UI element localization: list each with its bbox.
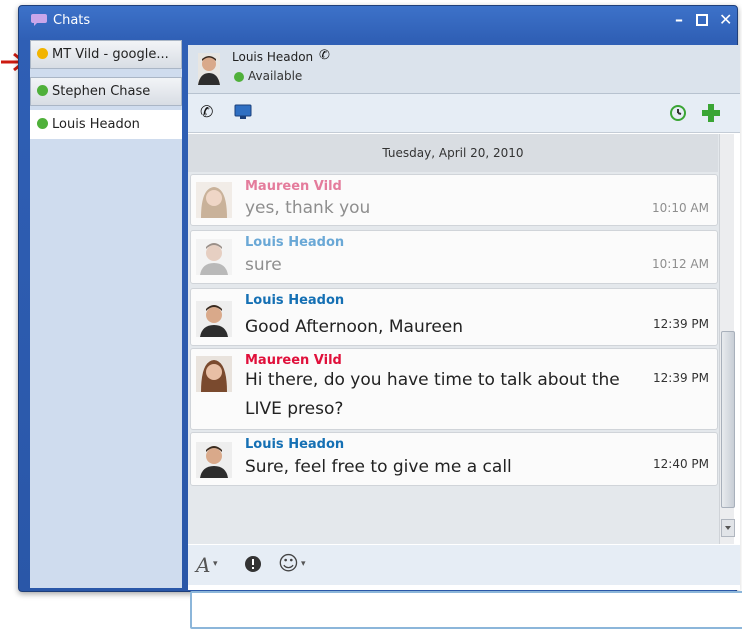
maureen-avatar xyxy=(196,356,232,392)
louis-avatar xyxy=(196,442,232,478)
message-time: 10:10 AM xyxy=(652,201,709,215)
message-sender: Louis Headon xyxy=(245,235,345,250)
history-icon[interactable] xyxy=(668,103,688,123)
message-item: Louis Headon sure 10:12 AM xyxy=(190,230,718,284)
message-scrollbar[interactable] xyxy=(719,134,735,544)
louis-avatar xyxy=(196,239,232,275)
contact-header: Louis Headon ✆ Available xyxy=(188,45,740,94)
emoticon-dropdown-icon[interactable]: ▾ xyxy=(301,559,306,569)
input-toolbar: A ▾ ☺ ▾ xyxy=(188,545,740,585)
message-item: Louis Headon Sure, feel free to give me … xyxy=(190,432,718,486)
important-icon[interactable] xyxy=(244,555,262,573)
close-button[interactable]: ✕ xyxy=(719,10,732,29)
message-item: Louis Headon Good Afternoon, Maureen 12:… xyxy=(190,288,718,346)
window-title: Chats xyxy=(53,13,91,28)
title-bar: Chats – ✕ xyxy=(19,6,737,36)
chat-bubble-icon xyxy=(31,14,47,26)
message-sender: Louis Headon xyxy=(245,293,345,308)
minimize-button[interactable]: – xyxy=(675,10,683,29)
phone-icon: ✆ xyxy=(319,48,330,63)
available-status-icon xyxy=(37,118,48,129)
call-phone-icon[interactable]: ✆ xyxy=(200,102,213,121)
contact-avatar xyxy=(198,53,220,85)
contact-status: Available xyxy=(248,69,303,83)
conversation-toolbar: ✆ xyxy=(188,94,740,133)
scroll-down-button[interactable] xyxy=(721,519,735,537)
screen-share-icon[interactable] xyxy=(234,104,252,120)
maximize-icon xyxy=(696,14,708,26)
contact-name: Louis Headon xyxy=(232,50,314,64)
message-time: 12:39 PM xyxy=(653,371,709,385)
message-item: Maureen Vild yes, thank you 10:10 AM xyxy=(190,174,718,226)
add-participant-icon[interactable] xyxy=(700,102,722,124)
louis-avatar xyxy=(196,301,232,337)
message-time: 10:12 AM xyxy=(652,257,709,271)
message-sender: Maureen Vild xyxy=(245,179,342,194)
available-status-icon xyxy=(234,72,244,82)
chat-tab-mt-vild[interactable]: MT Vild - google... xyxy=(30,40,182,69)
chat-tab-label: Louis Headon xyxy=(52,117,140,132)
scrollbar-thumb[interactable] xyxy=(721,331,735,508)
chevron-down-icon xyxy=(725,526,731,530)
message-text: Good Afternoon, Maureen xyxy=(245,317,464,337)
maximize-button[interactable] xyxy=(696,11,708,30)
chat-tab-label: Stephen Chase xyxy=(52,84,151,99)
date-separator: Tuesday, April 20, 2010 xyxy=(188,134,718,172)
conversation-pane: Louis Headon ✆ Available ✆ Tuesday, Apri… xyxy=(188,45,742,629)
message-text: Sure, feel free to give me a call xyxy=(245,457,512,477)
away-status-icon xyxy=(37,48,48,59)
message-item: Maureen Vild Hi there, do you have time … xyxy=(190,348,718,430)
emoticon-icon[interactable]: ☺ xyxy=(278,551,299,575)
message-time: 12:40 PM xyxy=(653,457,709,471)
message-time: 12:39 PM xyxy=(653,317,709,331)
message-sender: Louis Headon xyxy=(245,437,345,452)
maureen-avatar xyxy=(196,182,232,218)
message-text: Hi there, do you have time to talk about… xyxy=(245,370,620,419)
available-status-icon xyxy=(37,85,48,96)
chat-tabs-pane: MT Vild - google... Stephen Chase Louis … xyxy=(30,40,182,588)
message-list: Tuesday, April 20, 2010 Maureen Vild yes… xyxy=(188,134,735,544)
font-dropdown-icon[interactable]: ▾ xyxy=(213,559,218,569)
chat-tab-stephen-chase[interactable]: Stephen Chase xyxy=(30,77,182,106)
chat-tab-label: MT Vild - google... xyxy=(52,47,169,62)
chat-tab-louis-headon[interactable]: Louis Headon xyxy=(30,110,182,139)
message-text: sure xyxy=(245,255,282,275)
message-text: yes, thank you xyxy=(245,198,371,218)
font-style-button[interactable]: A xyxy=(196,553,210,577)
